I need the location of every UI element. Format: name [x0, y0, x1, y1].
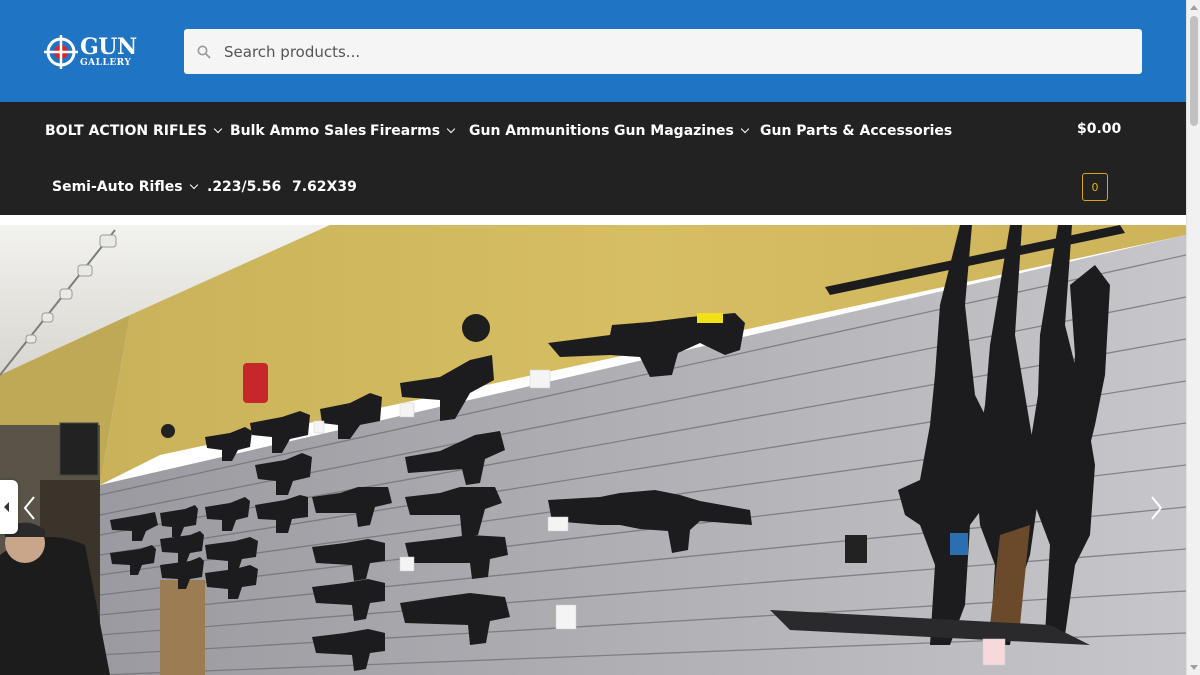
- caret-left-icon: [4, 502, 9, 512]
- nav-item-label: Gun Ammunitions: [469, 123, 610, 139]
- hero-slider-image: [0, 225, 1186, 675]
- nav-item-semi-auto-rifles[interactable]: Semi-Auto Rifles: [52, 177, 198, 197]
- nav-item-223-556[interactable]: .223/5.56: [207, 177, 281, 197]
- nav-item-firearms[interactable]: Firearms: [370, 121, 456, 141]
- chevron-down-icon: [189, 180, 198, 190]
- nav-item-label: Semi-Auto Rifles: [52, 179, 183, 195]
- scrollbar-thumb[interactable]: [1190, 16, 1198, 126]
- nav-item-label: Gun Parts & Accessories: [760, 123, 953, 139]
- slider-next-button[interactable]: [1146, 493, 1166, 523]
- scroll-up-arrow-icon[interactable]: [1190, 5, 1198, 10]
- nav-item-gun-parts-accessories[interactable]: Gun Parts & Accessories: [760, 121, 952, 141]
- search-input[interactable]: [224, 29, 1104, 74]
- nav-item-label: 7.62X39: [292, 179, 357, 195]
- logo-text-secondary: GALLERY: [80, 58, 132, 68]
- chevron-down-icon: [740, 124, 750, 134]
- scroll-down-arrow-icon[interactable]: [1190, 665, 1198, 670]
- search-icon[interactable]: [184, 29, 224, 74]
- slider-prev-button[interactable]: [20, 493, 40, 523]
- nav-item-bolt-action-rifles[interactable]: BOLT ACTION RIFLES: [45, 121, 223, 141]
- chevron-right-icon: [1151, 496, 1163, 520]
- cart-count-badge[interactable]: 0: [1082, 173, 1108, 201]
- page-scrollbar[interactable]: [1186, 0, 1200, 675]
- cart-count: 0: [1091, 180, 1099, 194]
- side-panel-toggle[interactable]: [0, 480, 18, 534]
- logo-text-primary: GUN: [80, 34, 137, 60]
- cart-total[interactable]: $0.00: [1077, 121, 1121, 137]
- nav-item-label: .223/5.56: [207, 179, 282, 195]
- nav-item-gun-ammunitions[interactable]: Gun Ammunitions: [469, 121, 609, 141]
- chevron-left-icon: [23, 496, 35, 520]
- site-header: GUN GALLERY: [0, 0, 1186, 102]
- crosshair-logo-icon: [44, 35, 78, 69]
- nav-item-label: Firearms: [370, 123, 441, 139]
- search-bar: [184, 29, 1142, 74]
- nav-item-bulk-ammo-sales[interactable]: Bulk Ammo Sales: [230, 121, 366, 141]
- nav-item-label: Bulk Ammo Sales: [230, 123, 367, 139]
- chevron-down-icon: [446, 124, 456, 134]
- nav-item-label: BOLT ACTION RIFLES: [45, 123, 208, 139]
- chevron-down-icon: [213, 124, 223, 134]
- nav-item-762x39[interactable]: 7.62X39: [292, 177, 357, 197]
- main-navigation: [0, 102, 1186, 215]
- nav-item-label: Gun Magazines: [614, 123, 734, 139]
- site-logo[interactable]: GUN GALLERY: [44, 32, 144, 72]
- nav-item-gun-magazines[interactable]: Gun Magazines: [614, 121, 750, 141]
